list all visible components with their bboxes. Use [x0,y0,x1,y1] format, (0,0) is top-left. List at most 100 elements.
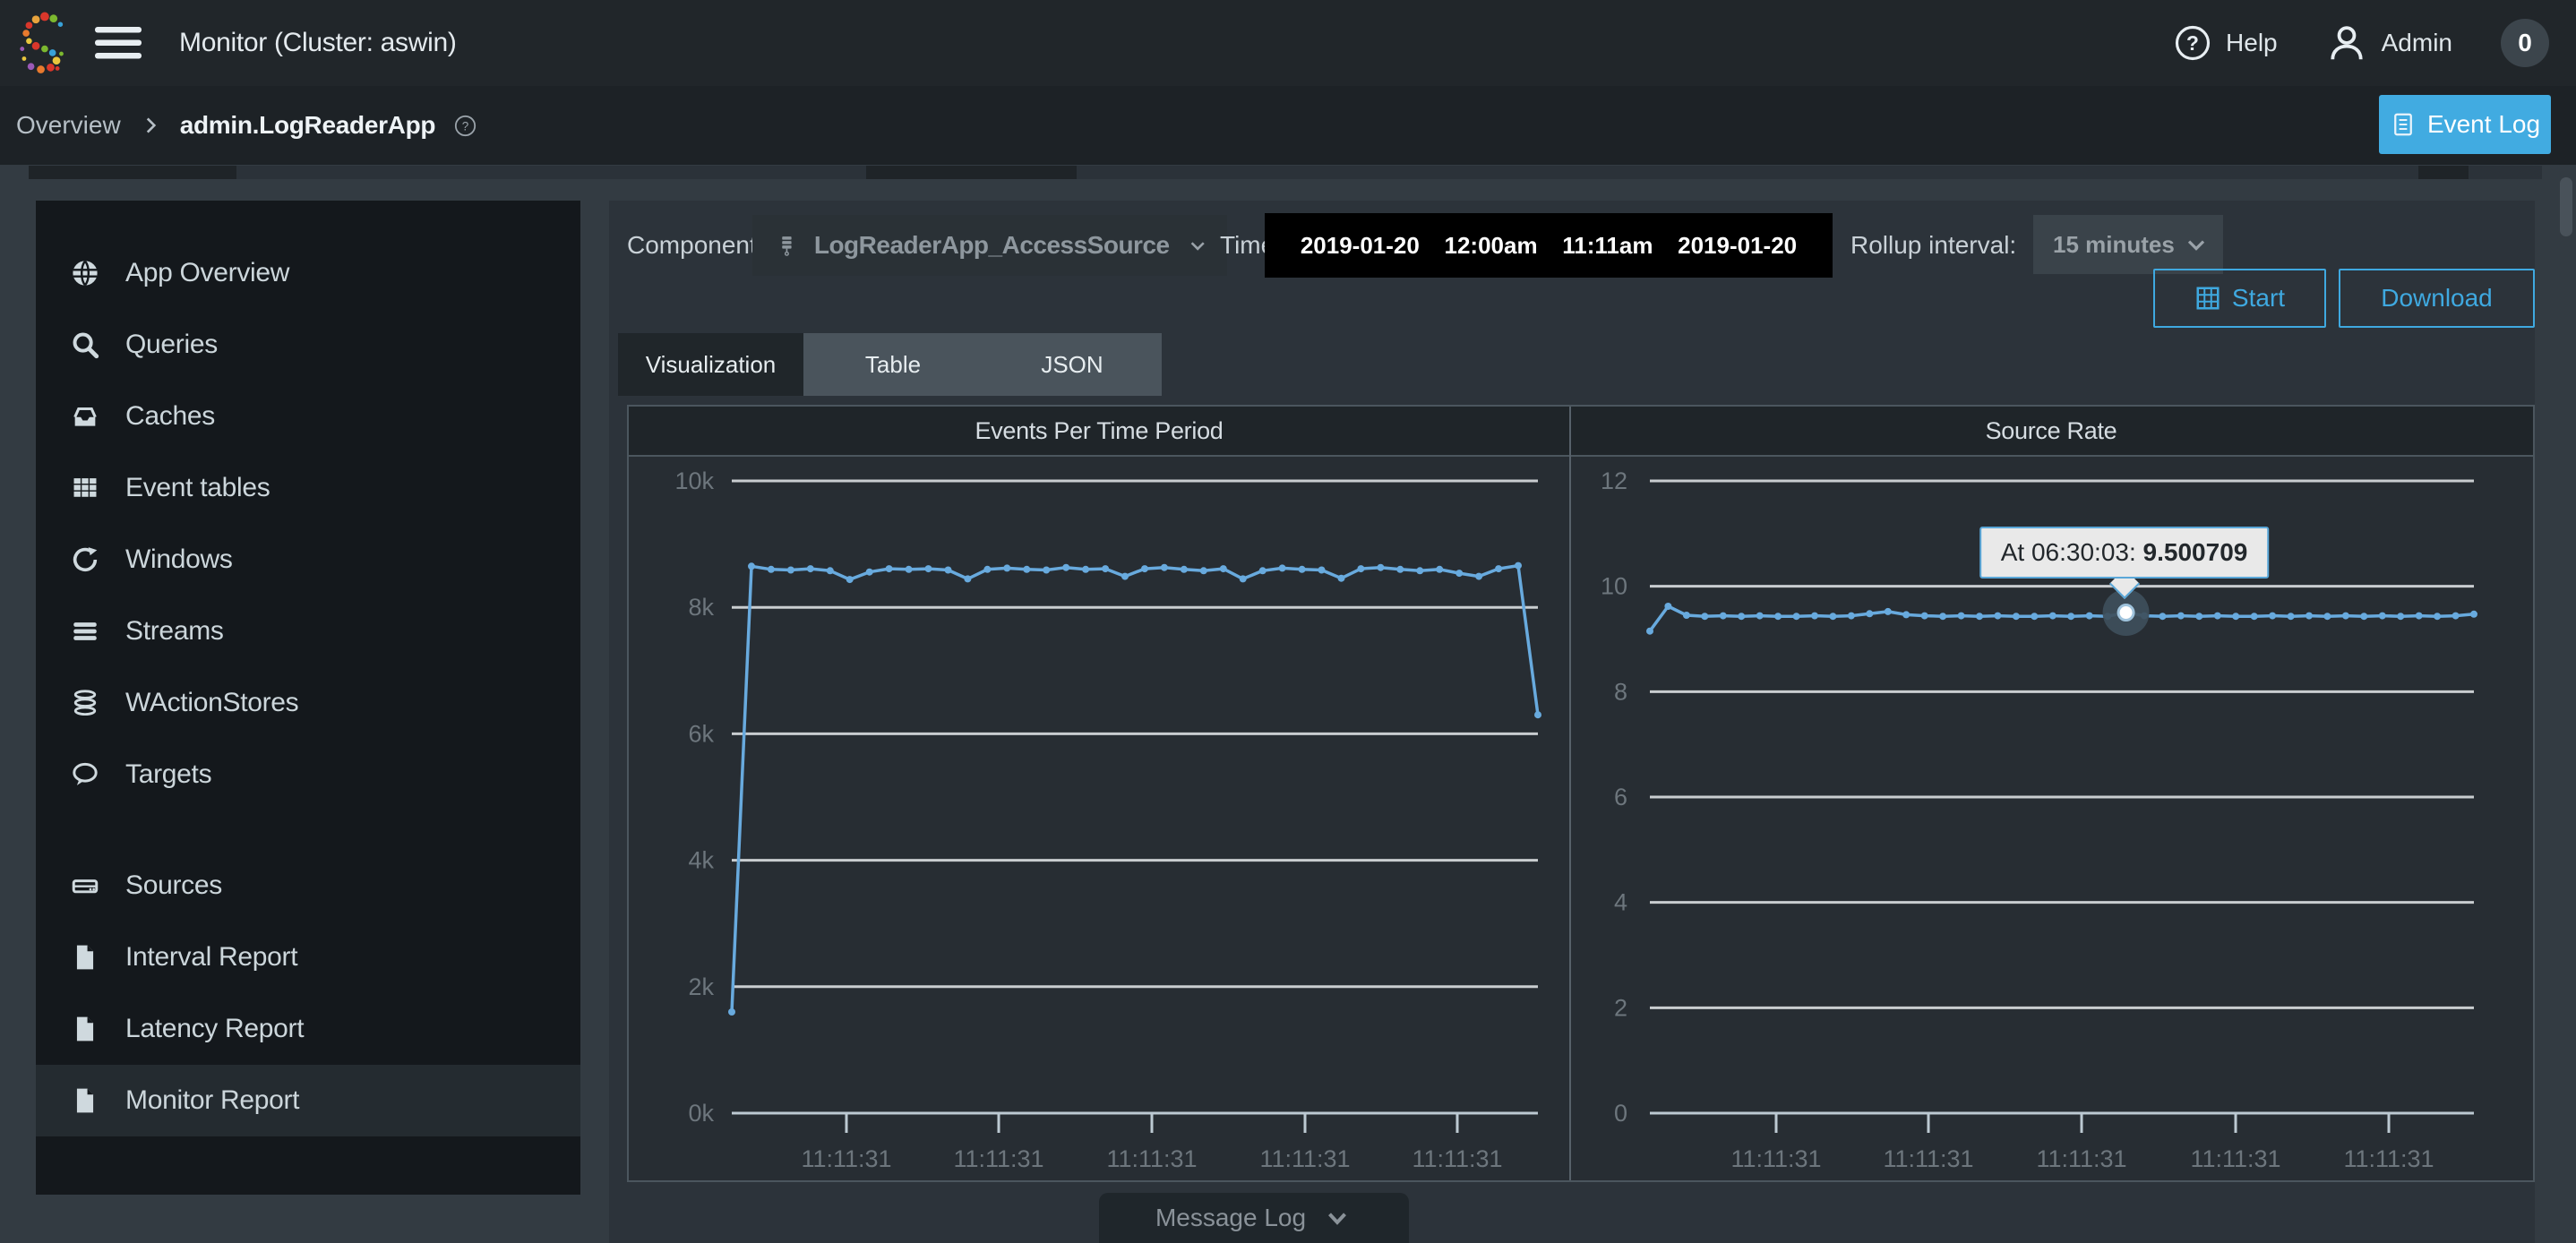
time-value-3: 2019-01-20 [1678,232,1797,260]
sidebar-item-label: Interval Report [125,942,297,973]
svg-text:11:11:31: 11:11:31 [1106,1145,1197,1172]
time-value-2: 11:11am [1562,232,1653,260]
help-button[interactable]: ? Help [2174,24,2278,62]
start-button[interactable]: Start [2153,269,2326,328]
tab-visualization[interactable]: Visualization [618,333,803,396]
tooltip-value: 9.500709 [2143,538,2248,566]
svg-text:?: ? [2186,31,2199,55]
breadcrumb-overview-link[interactable]: Overview [16,111,121,140]
svg-text:11:11:31: 11:11:31 [953,1145,1043,1172]
file-icon [70,1014,100,1044]
svg-text:11:11:31: 11:11:31 [1883,1145,1973,1172]
sidebar-item-label: Caches [125,401,215,432]
svg-text:2k: 2k [688,973,714,1000]
sidebar-item-wactionstores[interactable]: WActionStores [36,667,580,739]
component-source-icon [776,230,798,261]
chart-title-source-rate: Source Rate [1569,407,2533,455]
svg-text:8: 8 [1614,678,1627,705]
sidebar-item-caches[interactable]: Caches [36,381,580,452]
tab-table[interactable]: Table [803,333,983,396]
user-label: Admin [2382,29,2452,57]
svg-text:11:11:31: 11:11:31 [801,1145,891,1172]
chevron-down-icon [1186,230,1209,261]
streams-icon [70,616,100,647]
sidebar-item-interval-report[interactable]: Interval Report [36,922,580,993]
inbox-icon [70,401,100,432]
svg-text:10k: 10k [674,467,714,494]
cutoff-box [2418,166,2469,179]
sidebar-item-windows[interactable]: Windows [36,524,580,596]
time-range-picker[interactable]: 2019-01-2012:00am11:11am2019-01-20 [1265,213,1833,278]
svg-text:11:11:31: 11:11:31 [1730,1145,1821,1172]
cutoff-content-row [29,166,2542,179]
svg-text:4: 4 [1614,889,1627,916]
svg-text:2: 2 [1614,994,1627,1021]
drive-icon [70,870,100,901]
scrollbar-thumb[interactable] [2560,177,2572,236]
cutoff-box [29,166,236,179]
svg-text:?: ? [462,119,469,133]
svg-text:6k: 6k [688,720,714,747]
sidebar-item-monitor-report[interactable]: Monitor Report [36,1065,580,1136]
event-log-icon [2390,111,2417,138]
breadcrumb: Overview admin.LogReaderApp ? [16,86,477,165]
sidebar-item-label: Queries [125,330,218,360]
download-label: Download [2381,284,2493,313]
event-log-label: Event Log [2427,110,2540,139]
component-dropdown[interactable]: LogReaderApp_AccessSource [752,215,1227,276]
svg-text:12: 12 [1601,467,1627,494]
sidebar-item-label: Latency Report [125,1014,304,1044]
svg-text:0: 0 [1614,1100,1627,1127]
database-icon [70,688,100,718]
svg-text:11:11:31: 11:11:31 [1412,1145,1502,1172]
grid-icon [2194,285,2221,312]
chart-title-events: Events Per Time Period [629,407,1569,455]
message-log-toggle[interactable]: Message Log [1099,1193,1409,1243]
sidebar-item-label: Streams [125,616,224,647]
svg-text:10: 10 [1601,573,1627,600]
sidebar-item-app-overview[interactable]: App Overview [36,237,580,309]
sidebar-item-queries[interactable]: Queries [36,309,580,381]
events-per-time-period-chart[interactable]: 0k2k4k6k8k10k11:11:3111:11:3111:11:3111:… [629,459,1569,1182]
component-value: LogReaderApp_AccessSource [814,231,1170,260]
file-icon [70,942,100,973]
sidebar-item-label: Monitor Report [125,1085,299,1116]
striim-logo [14,11,77,75]
view-tabs: VisualizationTableJSON [618,333,1162,396]
charts-container: Events Per Time Period Source Rate 0k2k4… [627,405,2535,1182]
sidebar-item-event-tables[interactable]: Event tables [36,452,580,524]
chevron-down-icon [1322,1203,1352,1233]
hamburger-menu-icon[interactable] [95,27,142,59]
info-question-icon[interactable]: ? [453,114,477,138]
sidebar-item-label: Targets [125,759,211,790]
sidebar: App Overview Queries Caches Event tablesWin… [36,201,580,1195]
rollup-interval-dropdown[interactable]: 15 minutes [2033,215,2223,274]
tab-json[interactable]: JSON [983,333,1162,396]
sidebar-item-streams[interactable]: Streams [36,596,580,667]
message-log-label: Message Log [1155,1204,1306,1232]
breadcrumb-bar: Overview admin.LogReaderApp ? Event Log [0,86,2576,165]
sidebar-item-targets[interactable]: Targets [36,739,580,810]
event-log-button[interactable]: Event Log [2379,95,2551,154]
tooltip-text: At 06:30:03: 9.500709 [1979,527,2270,579]
svg-text:11:11:31: 11:11:31 [2190,1145,2280,1172]
start-label: Start [2232,284,2285,313]
component-label: Component: [627,231,764,260]
page-title: Monitor (Cluster: aswin) [179,0,457,86]
sidebar-item-latency-report[interactable]: Latency Report [36,993,580,1065]
breadcrumb-current: admin.LogReaderApp [180,111,436,140]
notification-badge[interactable]: 0 [2501,19,2549,67]
search-icon [70,330,100,360]
svg-text:8k: 8k [688,594,714,621]
time-value-0: 2019-01-20 [1301,232,1420,260]
chart-headers: Events Per Time Period Source Rate [629,407,2533,457]
rollup-label: Rollup interval: [1850,231,2016,260]
sidebar-item-sources[interactable]: Sources [36,850,580,922]
main-panel: Component: LogReaderApp_AccessSource Tim… [609,201,2535,1243]
speech-icon [70,759,100,790]
file-icon [70,1085,100,1116]
user-menu[interactable]: Admin [2326,22,2452,64]
download-button[interactable]: Download [2339,269,2535,328]
cutoff-box [866,166,1077,179]
top-bar: Monitor (Cluster: aswin) ? Help Admin 0 [0,0,2576,86]
